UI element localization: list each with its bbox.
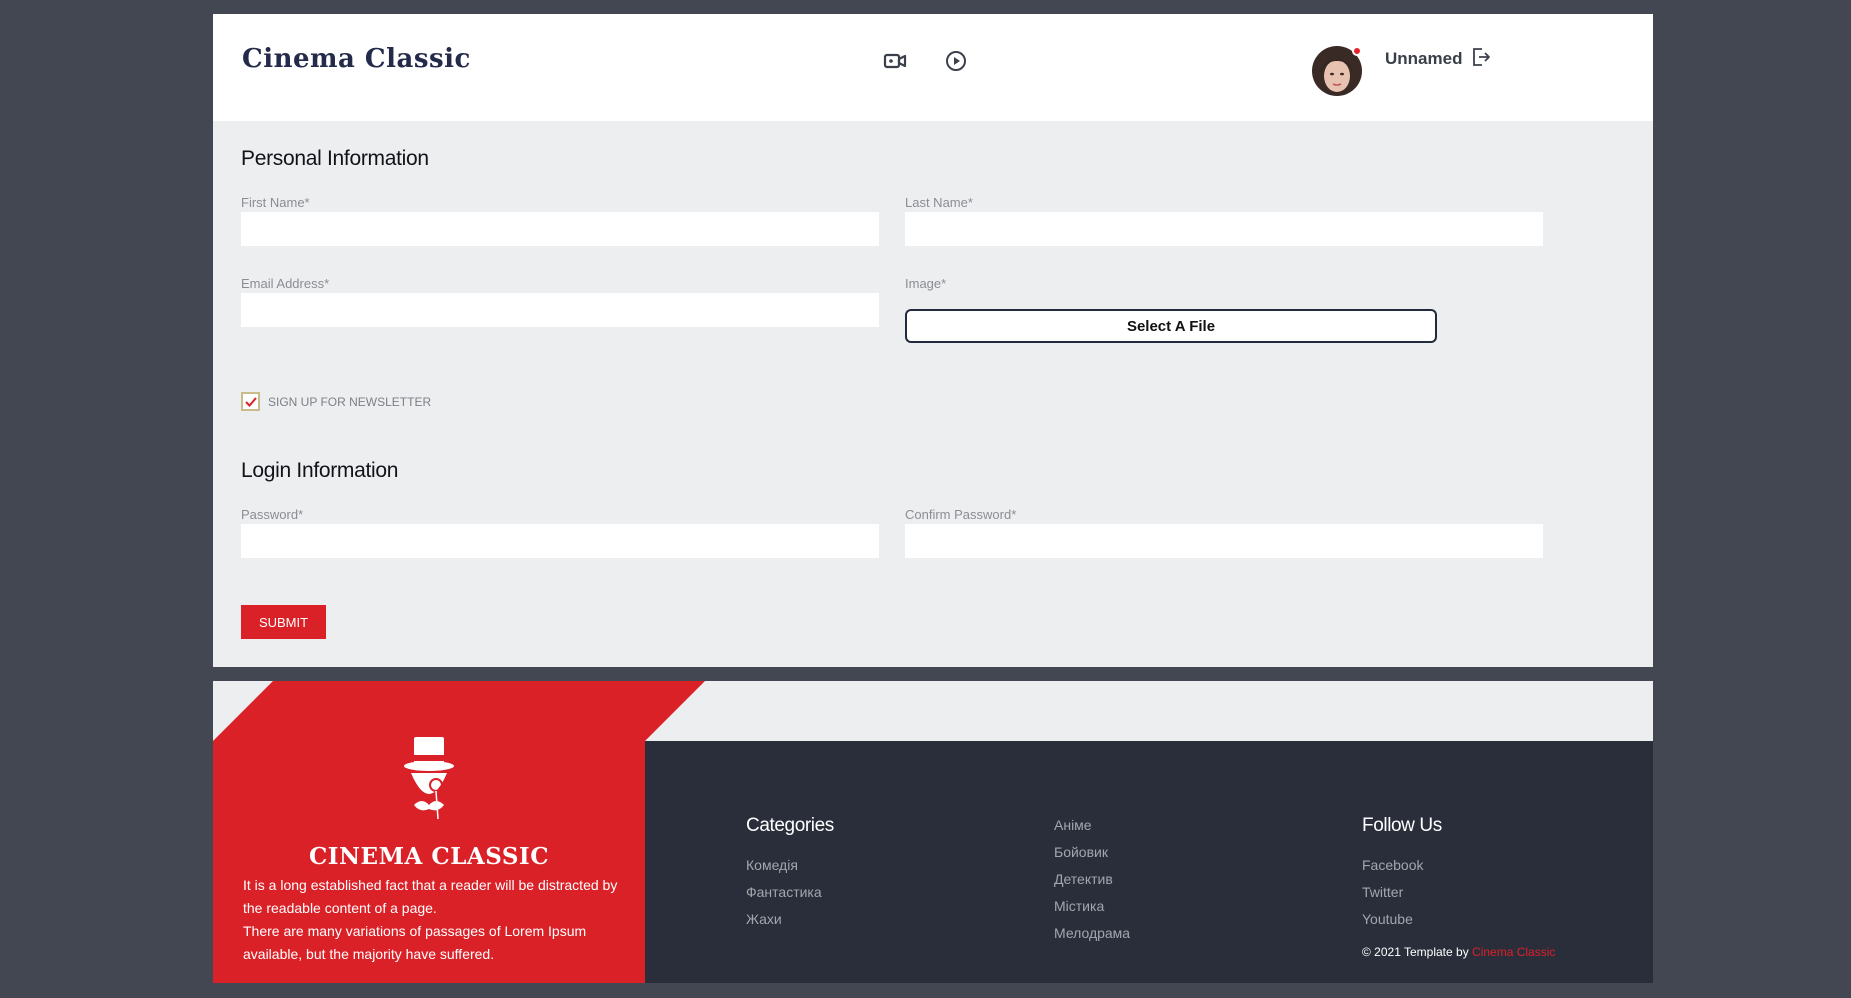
social-link-twitter[interactable]: Twitter (1362, 879, 1423, 906)
footer-brand-name: CINEMA CLASSIC (308, 843, 550, 870)
video-camera-icon[interactable] (880, 46, 910, 76)
submit-button[interactable]: SUBMIT (241, 605, 326, 639)
registration-form: Personal Information First Name* Last Na… (213, 121, 1653, 667)
category-link[interactable]: Аніме (1054, 812, 1130, 839)
category-link[interactable]: Містика (1054, 893, 1130, 920)
copyright: © 2021 Template by Cinema Classic (1362, 945, 1555, 959)
last-name-label: Last Name* (905, 195, 973, 210)
login-info-title: Login Information (241, 459, 399, 482)
categories-title: Categories (746, 815, 834, 836)
category-link[interactable]: Детектив (1054, 866, 1130, 893)
social-links-list: Facebook Twitter Youtube (1362, 852, 1423, 933)
site-logo[interactable]: Cinema Classic (242, 44, 471, 74)
newsletter-checkbox[interactable] (241, 392, 260, 411)
follow-us-title: Follow Us (1362, 815, 1442, 836)
logout-icon[interactable] (1470, 46, 1496, 72)
social-link-facebook[interactable]: Facebook (1362, 852, 1423, 879)
first-name-input[interactable] (241, 212, 879, 246)
categories-list: Комедія Фантастика Жахи (746, 852, 822, 933)
username[interactable]: Unnamed (1385, 49, 1462, 69)
last-name-input[interactable] (905, 212, 1543, 246)
footer: CINEMA CLASSIC It is a long established … (213, 681, 1653, 983)
footer-brand-text-2: There are many variations of passages of… (243, 923, 587, 962)
category-link[interactable]: Жахи (746, 906, 822, 933)
personal-info-title: Personal Information (241, 147, 429, 170)
checkmark-icon (244, 396, 257, 407)
social-link-youtube[interactable]: Youtube (1362, 906, 1423, 933)
newsletter-label: SIGN UP FOR NEWSLETTER (268, 395, 432, 409)
email-label: Email Address* (241, 276, 330, 291)
category-link[interactable]: Комедія (746, 852, 822, 879)
confirm-password-input[interactable] (905, 524, 1543, 558)
footer-brand-text-1: It is a long established fact that a rea… (243, 877, 618, 916)
first-name-label: First Name* (241, 195, 310, 210)
select-file-button[interactable]: Select A File (905, 309, 1437, 343)
top-header: Cinema Classic Unnamed (213, 14, 1653, 121)
footer-brand-description: It is a long established fact that a rea… (243, 874, 623, 966)
image-label: Image* (905, 276, 947, 291)
category-link[interactable]: Мелодрама (1054, 920, 1130, 947)
category-link[interactable]: Фантастика (746, 879, 822, 906)
email-input[interactable] (241, 293, 879, 327)
confirm-password-label: Confirm Password* (905, 507, 1017, 522)
copyright-prefix: © 2021 Template by (1362, 945, 1469, 959)
category-link[interactable]: Бойовик (1054, 839, 1130, 866)
password-input[interactable] (241, 524, 879, 558)
play-circle-icon[interactable] (941, 46, 971, 76)
password-label: Password* (241, 507, 304, 522)
categories-list-2: Аніме Бойовик Детектив Містика Мелодрама (1054, 812, 1130, 947)
mascot-top-hat-icon (404, 737, 454, 820)
copyright-brand-link[interactable]: Cinema Classic (1472, 945, 1555, 959)
notification-dot (1352, 46, 1362, 56)
